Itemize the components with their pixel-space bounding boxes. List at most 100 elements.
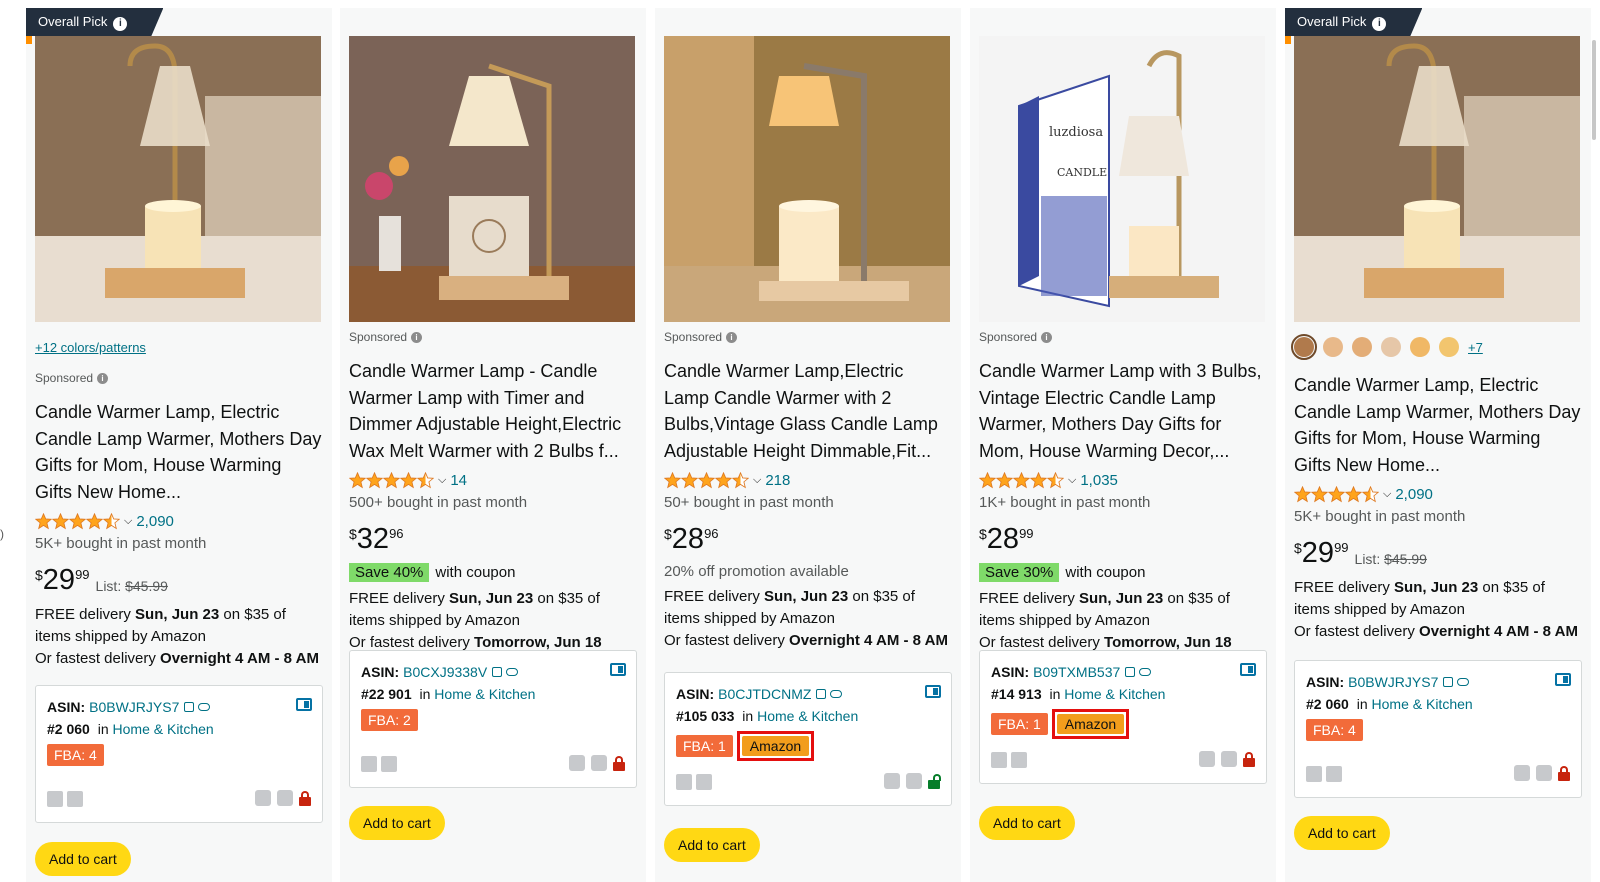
rating-row[interactable]: ⌵ 2,090 [35,511,323,531]
link-icon[interactable] [1457,678,1470,686]
add-to-cart-button[interactable]: Add to cart [35,842,131,876]
color-swatch[interactable] [1291,334,1317,360]
color-swatch[interactable] [1323,337,1343,357]
sponsored-label[interactable]: Sponsored i [349,330,637,344]
color-swatch[interactable] [1410,337,1430,357]
image-icon[interactable] [1306,765,1322,782]
add-to-cart-button[interactable]: Add to cart [349,806,445,840]
chevron-down-icon[interactable]: ⌵ [1383,488,1391,501]
coupon-row[interactable]: Save 30% with coupon [979,563,1267,582]
rating-count[interactable]: 2,090 [136,513,174,530]
more-colors-link[interactable]: +7 [1468,340,1483,355]
add-to-cart-button[interactable]: Add to cart [979,806,1075,840]
asin-value[interactable]: B0BWJRJYS7 [1348,671,1438,693]
coupon-row[interactable]: Save 40% with coupon [349,563,637,582]
asin-value[interactable]: B09TXMB537 [1033,661,1120,683]
overall-pick-badge[interactable]: Overall Pick i [26,8,163,36]
add-to-cart-button[interactable]: Add to cart [664,828,760,862]
rating-count[interactable]: 1,035 [1080,472,1118,489]
link-icon[interactable] [830,690,843,698]
edit-icon[interactable] [67,790,83,807]
price[interactable]: $ 32 96 [349,523,637,557]
thumbs-up-icon[interactable] [1199,751,1215,767]
rating-count[interactable]: 14 [450,472,467,489]
product-image[interactable] [349,36,635,322]
image-icon[interactable] [361,755,377,772]
thumbs-up-icon[interactable] [255,790,271,806]
rating-count[interactable]: 218 [765,472,790,489]
price[interactable]: $ 28 96 [664,523,952,557]
star-rating[interactable] [664,471,749,489]
thumbs-down-icon[interactable] [1536,765,1552,781]
lock-icon[interactable] [299,791,311,806]
link-icon[interactable] [506,668,519,676]
edit-icon[interactable] [1326,765,1342,782]
sponsored-label[interactable]: Sponsored i [979,330,1267,344]
link-icon[interactable] [198,703,211,711]
edit-icon[interactable] [381,755,397,772]
thumbs-down-icon[interactable] [277,790,293,806]
rank-category[interactable]: Home & Kitchen [1064,683,1165,705]
info-icon[interactable]: i [113,17,127,31]
thumbs-up-icon[interactable] [1514,765,1530,781]
sidebar-panel-icon[interactable] [1555,673,1571,686]
thumbs-down-icon[interactable] [591,755,607,771]
color-swatch[interactable] [1352,337,1372,357]
promotion-text[interactable]: 20% off promotion available [664,563,952,580]
rating-row[interactable]: ⌵ 218 [664,470,952,490]
colors-link[interactable]: +12 colors/patterns [35,340,323,355]
lock-icon[interactable] [613,756,625,771]
edit-icon[interactable] [1011,751,1027,768]
asin-value[interactable]: B0CJTDCNMZ [718,683,811,705]
price[interactable]: $ 29 99 List: $45.99 [35,564,323,598]
thumbs-up-icon[interactable] [884,773,900,789]
product-title[interactable]: Candle Warmer Lamp, Electric Candle Lamp… [35,399,323,505]
copy-icon[interactable] [1125,667,1136,677]
image-icon[interactable] [47,790,63,807]
product-title[interactable]: Candle Warmer Lamp,Electric Lamp Candle … [664,358,952,464]
lock-icon[interactable] [1558,766,1570,781]
sponsored-label[interactable]: Sponsored i [664,330,952,344]
rating-row[interactable]: ⌵ 14 [349,470,637,490]
rank-category[interactable]: Home & Kitchen [1372,693,1473,715]
sidebar-panel-icon[interactable] [1240,663,1256,676]
price[interactable]: $ 29 99 List: $45.99 [1294,537,1582,571]
color-swatch[interactable] [1439,337,1459,357]
sidebar-panel-icon[interactable] [296,698,312,711]
thumbs-down-icon[interactable] [906,773,922,789]
thumbs-down-icon[interactable] [1221,751,1237,767]
star-rating[interactable] [349,471,434,489]
add-to-cart-button[interactable]: Add to cart [1294,816,1390,850]
sponsored-label[interactable]: Sponsored i [35,371,323,385]
color-swatch[interactable] [1381,337,1401,357]
thumbs-up-icon[interactable] [569,755,585,771]
chevron-down-icon[interactable]: ⌵ [124,515,132,528]
unlock-icon[interactable] [928,774,941,789]
image-icon[interactable] [676,773,692,790]
edit-icon[interactable] [696,773,712,790]
rating-count[interactable]: 2,090 [1395,486,1433,503]
product-image[interactable] [1294,36,1580,322]
sidebar-panel-icon[interactable] [925,685,941,698]
copy-icon[interactable] [816,689,827,699]
star-rating[interactable] [35,512,120,530]
product-image[interactable] [664,36,950,322]
asin-value[interactable]: B0CXJ9338V [403,661,487,683]
copy-icon[interactable] [1443,677,1454,687]
info-icon[interactable]: i [1372,17,1386,31]
rating-row[interactable]: ⌵ 2,090 [1294,484,1582,504]
link-icon[interactable] [1139,668,1152,676]
rank-category[interactable]: Home & Kitchen [757,705,858,727]
info-icon[interactable]: i [411,331,423,343]
star-rating[interactable] [1294,485,1379,503]
copy-icon[interactable] [184,702,195,712]
scrollbar[interactable] [1592,40,1596,140]
product-image[interactable]: luzdiosa CANDLE [979,36,1265,322]
info-icon[interactable]: i [726,331,738,343]
overall-pick-badge[interactable]: Overall Pick i [1285,8,1422,36]
rating-row[interactable]: ⌵ 1,035 [979,470,1267,490]
star-rating[interactable] [979,471,1064,489]
sidebar-panel-icon[interactable] [610,663,626,676]
rank-category[interactable]: Home & Kitchen [113,718,214,740]
rank-category[interactable]: Home & Kitchen [434,683,535,705]
